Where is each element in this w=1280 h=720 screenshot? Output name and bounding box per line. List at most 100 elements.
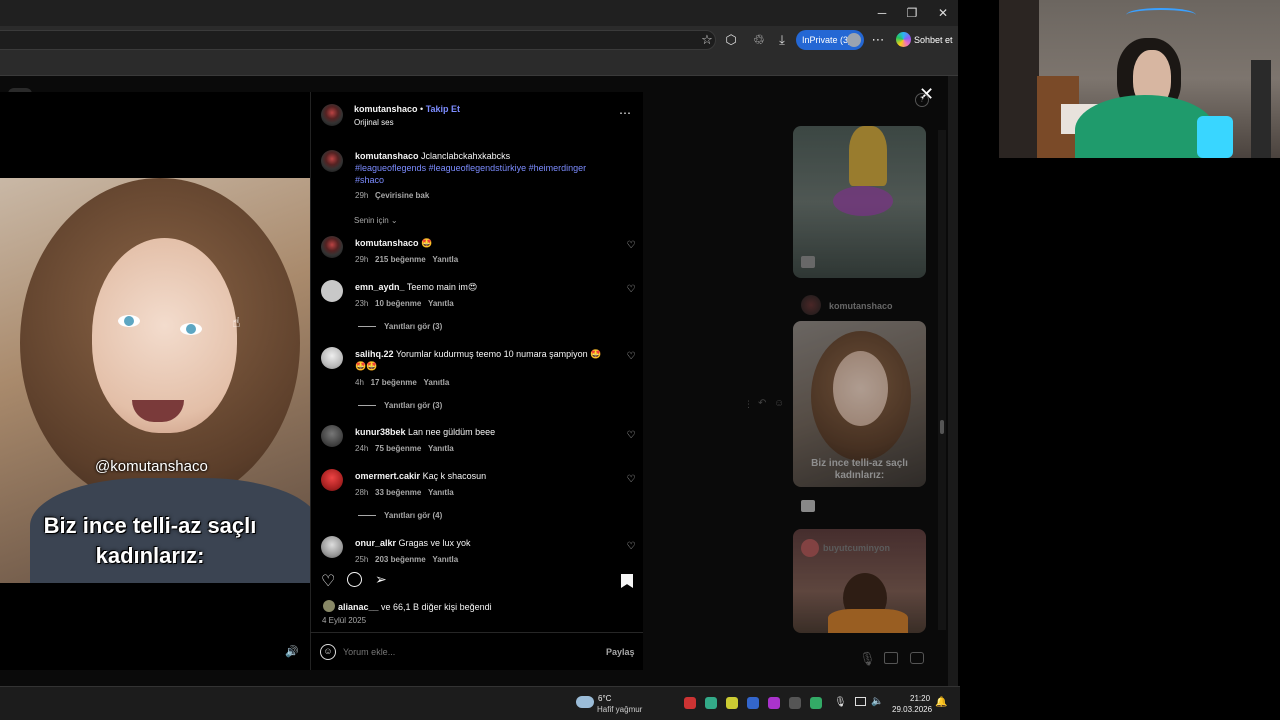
collections-icon[interactable]: ♲ — [750, 31, 768, 49]
like-icon[interactable]: ♡ — [321, 571, 335, 591]
comment-avatar[interactable] — [321, 536, 343, 558]
comment-likes[interactable]: 17 beğenme — [371, 378, 417, 387]
comment-username[interactable]: salihq.22 — [355, 349, 394, 359]
reply-button[interactable]: Yanıtla — [432, 555, 458, 564]
reply-button[interactable]: Yanıtla — [424, 378, 450, 387]
volume-tray-icon[interactable]: 🔈 — [871, 696, 883, 707]
post-options-icon[interactable]: ⋯ — [619, 106, 631, 120]
comment-username[interactable]: emn_aydn_ — [355, 282, 405, 292]
comment-like-icon[interactable]: ♡ — [626, 241, 636, 251]
mouse-cursor-icon: ☝ — [232, 314, 241, 330]
page-scrollbar[interactable] — [938, 130, 946, 630]
clock-date[interactable]: 29.03.2026 — [892, 705, 932, 714]
comment-like-icon[interactable]: ♡ — [626, 352, 636, 362]
thumb-username[interactable]: komutanshaco — [829, 301, 893, 311]
copilot-button[interactable]: Sohbet et — [894, 30, 954, 50]
tray-app-icon[interactable] — [768, 697, 780, 709]
comment-like-icon[interactable]: ♡ — [626, 285, 636, 295]
download-icon[interactable]: ⤓ — [773, 31, 791, 49]
address-bar[interactable] — [0, 30, 716, 50]
mic-tray-icon[interactable]: 🎙 — [834, 697, 847, 708]
share-comment-button[interactable]: Paylaş — [606, 647, 635, 657]
comment-avatar[interactable] — [321, 425, 343, 447]
weather-desc[interactable]: Hafif yağmur — [597, 705, 642, 714]
comment-avatar[interactable] — [321, 280, 343, 302]
reply-button[interactable]: Yanıtla — [428, 444, 454, 453]
suggested-video-thumb[interactable]: Biz ince telli-az saçlı kadınlarız: — [793, 321, 926, 487]
scrollbar-thumb[interactable] — [940, 420, 944, 434]
comment-avatar[interactable] — [321, 236, 343, 258]
tray-app-icon[interactable] — [684, 697, 696, 709]
emoji-icon[interactable]: ☺ — [320, 644, 336, 660]
comment-likes[interactable]: 33 beğenme — [375, 488, 421, 497]
view-replies-button[interactable]: Yanıtları gör (3) — [358, 322, 442, 331]
suggested-video-thumb[interactable] — [793, 126, 926, 278]
minimize-icon[interactable]: ─ — [868, 4, 896, 22]
favorites-bar — [0, 54, 958, 76]
share-icon[interactable]: ➢ — [375, 571, 387, 588]
comment-username[interactable]: omermert.cakir — [355, 471, 420, 481]
sort-dropdown[interactable]: Senin için ⌄ — [354, 216, 398, 225]
comment-username[interactable]: komutanshaco — [355, 238, 419, 248]
extensions-icon[interactable]: ⬡ — [722, 31, 740, 49]
notification-bell-icon[interactable]: 🔔 — [935, 697, 947, 708]
comment-text: 🤩 — [421, 238, 433, 248]
volume-icon[interactable]: 🔊 — [284, 644, 300, 660]
comment-like-icon[interactable]: ♡ — [626, 431, 636, 441]
restore-icon[interactable]: ❐ — [898, 4, 926, 22]
tray-app-icon[interactable] — [705, 697, 717, 709]
author-avatar[interactable] — [321, 104, 343, 126]
view-replies-button[interactable]: Yanıtları gör (4) — [358, 511, 442, 520]
comment-likes[interactable]: 215 beğenme — [375, 255, 426, 264]
reels-icon — [801, 500, 815, 512]
comment-username[interactable]: onur_alkr — [355, 538, 396, 548]
follow-button[interactable]: Takip Et — [426, 104, 460, 114]
view-replies-button[interactable]: Yanıtları gör (3) — [358, 401, 442, 410]
close-icon[interactable]: ✕ — [929, 4, 957, 22]
weather-temp[interactable]: 6°C — [598, 694, 611, 703]
comment-time: 4h — [355, 378, 364, 387]
caption-hashtags[interactable]: #leagueoflegends #leagueoflegendstürkiye… — [355, 163, 586, 173]
comment-input[interactable] — [343, 644, 593, 660]
comment-icon[interactable] — [347, 572, 362, 587]
likes-user[interactable]: alianac__ — [338, 602, 379, 612]
tray-app-icon[interactable] — [789, 697, 801, 709]
caption-username[interactable]: komutanshaco — [355, 151, 419, 161]
reply-button[interactable]: Yanıtla — [428, 488, 454, 497]
tray-app-icon[interactable] — [747, 697, 759, 709]
tray-app-icon[interactable] — [810, 697, 822, 709]
more-icon[interactable]: ⋯ — [869, 31, 887, 49]
clock-time[interactable]: 21:20 — [910, 694, 930, 703]
comment-username[interactable]: kunur38bek — [355, 427, 406, 437]
bookmark-icon[interactable] — [621, 574, 633, 588]
tray-app-icon[interactable] — [726, 697, 738, 709]
reply-button[interactable]: Yanıtla — [428, 299, 454, 308]
author-name[interactable]: komutanshaco — [354, 104, 418, 114]
inprivate-label: InPrivate (3) — [802, 35, 852, 45]
thumb-caption-line2: kadınlarız: — [834, 470, 885, 481]
comment-time: 29h — [355, 255, 369, 264]
inprivate-button[interactable]: InPrivate (3) — [796, 30, 864, 50]
comment-like-icon[interactable]: ♡ — [626, 542, 636, 552]
comment-avatar[interactable] — [321, 347, 343, 369]
weather-icon[interactable] — [576, 696, 594, 708]
caption-hashtag-shaco[interactable]: #shaco — [355, 175, 384, 185]
reply-button[interactable]: Yanıtla — [432, 255, 458, 264]
suggested-video-thumb[interactable]: buyutcuminyon — [793, 529, 926, 633]
thumb-username[interactable]: buyutcuminyon — [823, 543, 890, 553]
comment-likes[interactable]: 75 beğenme — [375, 444, 421, 453]
translate-link[interactable]: Çevirisine bak — [375, 191, 429, 200]
comment-like-icon[interactable]: ♡ — [626, 475, 636, 485]
comment-likes[interactable]: 10 beğenme — [375, 299, 421, 308]
star-icon[interactable]: ☆ — [698, 31, 716, 49]
likes-summary[interactable]: alianac__ ve 66,1 B diğer kişi beğendi — [338, 601, 492, 613]
video-caption-line2: kadınlarız: — [95, 543, 205, 568]
view-replies-label: Yanıtları gör (3) — [384, 401, 443, 410]
audio-label[interactable]: Orijinal ses — [354, 118, 394, 127]
window-scrollbar[interactable] — [948, 76, 958, 686]
comment-avatar[interactable] — [321, 469, 343, 491]
caption-avatar[interactable] — [321, 150, 343, 172]
comment-likes[interactable]: 203 beğenme — [375, 555, 426, 564]
video-player[interactable]: @komutanshaco Biz ince telli-az saçlı ka… — [0, 178, 310, 583]
network-icon[interactable] — [855, 697, 866, 706]
